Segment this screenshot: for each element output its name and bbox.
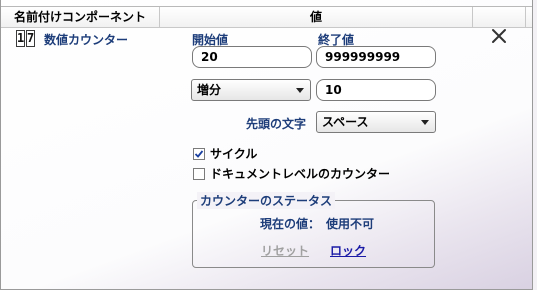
prefix-value: スペース [322,115,369,129]
table-header: 名前付けコンポーネント 値 [1,6,532,28]
cycle-option[interactable]: サイクル [193,145,257,162]
step-mode-value: 増分 [197,83,222,97]
document-level-checkbox[interactable] [193,167,205,180]
prefix-select[interactable]: スペース [316,111,436,133]
counter-status-group [192,200,435,268]
component-name: 数値カウンター [44,33,129,47]
check-icon [194,149,204,158]
document-level-label: ドキュメントレベルのカウンター [210,167,391,181]
column-header-extra [473,7,526,27]
step-mode-select[interactable]: 増分 [191,79,311,101]
start-value-input[interactable]: 20 [192,46,312,68]
column-header-value[interactable]: 値 [160,7,473,27]
prefix-label: 先頭の文字 [246,117,307,131]
end-value-input[interactable]: 999999999 [316,46,436,68]
cycle-label: サイクル [210,147,258,161]
counter-digit: 1 [16,30,25,47]
document-level-option[interactable]: ドキュメントレベルのカウンター [193,165,390,182]
counter-status-legend: カウンターのステータス [197,192,336,209]
chevron-down-icon [421,120,429,125]
close-icon[interactable] [490,27,508,45]
chevron-down-icon [296,88,304,93]
reset-link[interactable]: リセット [261,242,309,259]
step-value-input[interactable]: 10 [316,79,436,101]
cycle-checkbox[interactable] [193,147,205,160]
lock-link[interactable]: ロック [330,242,366,259]
counter-panel: 名前付けコンポーネント 値 1 7 数値カウンター 開始値 終了値 20 999… [0,0,533,290]
current-value-label: 現在の値： [260,217,321,231]
numeric-counter-icon: 1 7 [16,30,36,47]
counter-digit: 7 [26,30,35,47]
current-value: 使用不可 [326,217,375,231]
column-header-component[interactable]: 名前付けコンポーネント [1,7,160,27]
